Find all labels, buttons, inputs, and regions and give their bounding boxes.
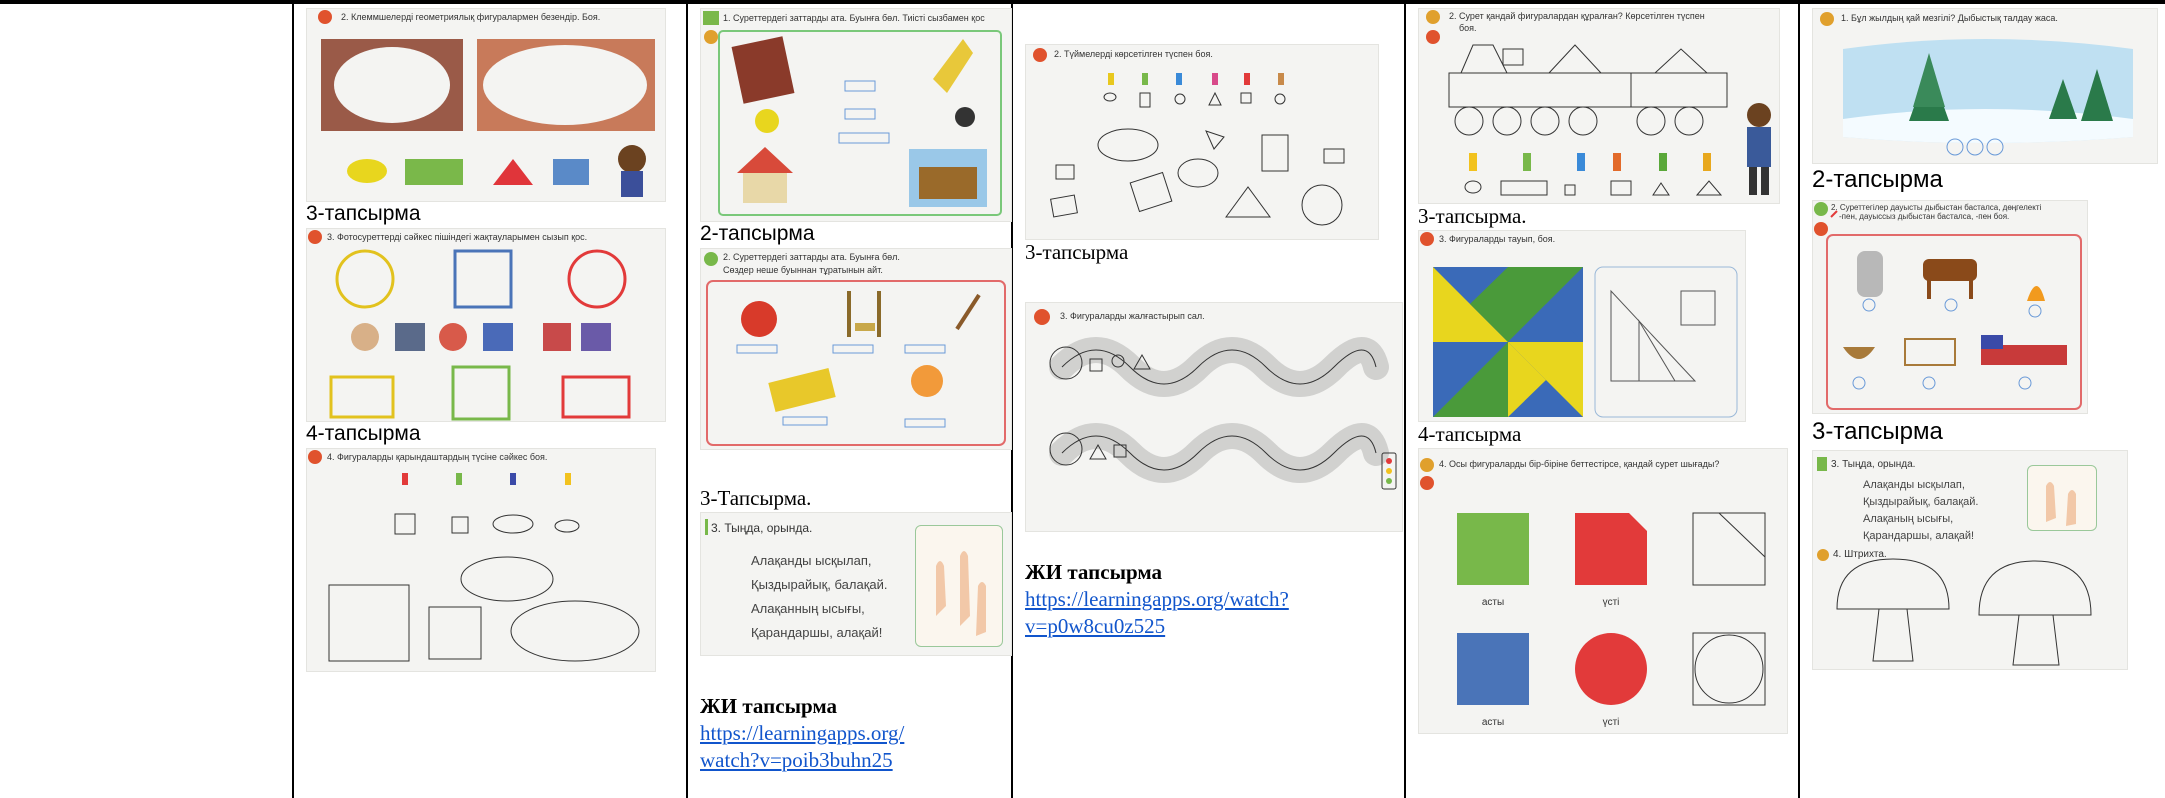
worksheet-image-winter-scene: 1. Бұл жылдың қай мезгілі? Дыбыстық талд… [1812, 8, 2158, 164]
worksheet-image-syllables-2: 2. Суреттердегі заттарды ата. Буынға бөл… [700, 248, 1012, 450]
task-text: 4. Фигураларды қарындаштардың түсіне сәй… [327, 452, 547, 462]
worksheet-image-syllables-1: 1. Суреттердегі заттарды ата. Буынға бөл… [700, 8, 1012, 222]
worksheet-image-find-shapes: 3. Фигураларды тауып, боя. [1418, 230, 1746, 422]
ai-task-link[interactable]: https://learningapps.org/watch? v=p0w8cu… [1025, 586, 1289, 640]
task-text: 2. Суреттегілер дауысты дыбыстан басталс… [1831, 203, 2041, 212]
column-divider [292, 0, 294, 798]
hands-illustration [915, 525, 1003, 647]
task-text: 3. Фигураларды тауып, боя. [1439, 234, 1555, 244]
label-text: асты [1482, 717, 1504, 728]
task-text: 4. Осы фигураларды бір-біріне беттестірс… [1439, 459, 1719, 469]
task-text: боя. [1459, 23, 1477, 33]
poem-line: Қыздырайық, балақай. [751, 577, 888, 592]
worksheet-image-vowel-consonant: 2. Суреттегілер дауысты дыбыстан басталс… [1812, 200, 2088, 414]
poem-line: Алақанның ысығы, [751, 601, 865, 616]
ai-task-title: ЖИ тапсырма [700, 694, 837, 718]
task-4-label: 4-тапсырма [306, 422, 421, 445]
worksheet-image-color-shapes: 4. Фигураларды қарындаштардың түсіне сәй… [306, 448, 656, 672]
link-line: watch?v=poib3buhn25 [700, 748, 893, 772]
mushroom-outlines [1836, 558, 2092, 666]
table-top-border [0, 0, 2165, 4]
task-2-label: 2-тапсырма [700, 222, 815, 245]
link-line: https://learningapps.org/watch? [1025, 587, 1289, 611]
task-2-label: 2-тапсырма [1812, 166, 1943, 193]
task-3-label: 3-тапсырма [1025, 240, 1129, 264]
column-divider [1798, 0, 1800, 798]
label-text: үсті [1603, 597, 1620, 608]
label-text: асты [1482, 597, 1504, 608]
task-text: 2. Клеммшелерді геометриялық фигураларме… [341, 12, 600, 22]
worksheet-image-decorate-shapes: 2. Клеммшелерді геометриялық фигураларме… [306, 8, 666, 202]
task-3-label: 3-тапсырма. [1418, 204, 1527, 228]
task-3-label: 3-тапсырма [1812, 418, 1943, 445]
label-text: үсті [1603, 717, 1620, 728]
worksheet-image-continue-pattern: 3. Фигураларды жалғастырып сал. [1025, 302, 1403, 532]
worksheet-image-overlay-shapes: 4. Осы фигураларды бір-біріне беттестірс… [1418, 448, 1788, 734]
poem-text: Алақанды ысқылап, Қыздырайық, балақай. А… [751, 549, 887, 645]
task-text: 2. Суреттердегі заттарды ата. Буынға бөл… [723, 252, 900, 262]
task-text: 2. Түймелерді көрсетілген түспен боя. [1054, 49, 1213, 59]
task-text: 3. Тыңда, орында. [711, 521, 813, 535]
task-text: 2. Сурет қандай фигуралардан құралған? К… [1449, 11, 1705, 21]
poem-line: Қарандаршы, алақай! [751, 625, 883, 640]
task-text: 1. Бұл жылдың қай мезгілі? Дыбыстық талд… [1841, 13, 2058, 23]
column-divider [1404, 0, 1406, 798]
worksheet-image-train-shapes: 2. Сурет қандай фигуралардан құралған? К… [1418, 8, 1780, 204]
task-3-label: 3-тапсырма [306, 202, 421, 225]
worksheet-image-color-buttons: 2. Түймелерді көрсетілген түспен боя. [1025, 44, 1379, 240]
poem-line: Алақанды ысқылап, [751, 553, 872, 568]
link-line: https://learningapps.org/ [700, 721, 905, 745]
worksheet-image-listen-poem: 3. Тыңда, орында. Алақанды ысқылап, Қызд… [700, 512, 1012, 656]
task-text: 3. Фотосуреттерді сәйкес пішіндегі жақта… [327, 232, 587, 242]
worksheet-image-listen-and-hatch: 3. Тыңда, орында. Алақанды ысқылап, Қызд… [1812, 450, 2128, 670]
link-line: v=p0w8cu0z525 [1025, 614, 1166, 638]
ai-task-link[interactable]: https://learningapps.org/ watch?v=poib3b… [700, 720, 904, 774]
task-4-label: 4-тапсырма [1418, 422, 1522, 446]
task-text: 1. Суреттердегі заттарды ата. Буынға бөл… [723, 13, 985, 23]
task-3-label: 3-Тапсырма. [700, 486, 812, 510]
ai-task-title: ЖИ тапсырма [1025, 560, 1162, 584]
task-text: -пен, дауыссыз дыбыстан басталса, -пен б… [1839, 212, 2009, 221]
column-divider [686, 0, 688, 798]
document-page: 2. Клеммшелерді геометриялық фигураларме… [0, 0, 2165, 798]
task-text: Сөздер неше буыннан тұратынын айт. [723, 265, 883, 275]
worksheet-image-photo-frames: 3. Фотосуреттерді сәйкес пішіндегі жақта… [306, 228, 666, 422]
task-text: 3. Фигураларды жалғастырып сал. [1060, 311, 1205, 321]
